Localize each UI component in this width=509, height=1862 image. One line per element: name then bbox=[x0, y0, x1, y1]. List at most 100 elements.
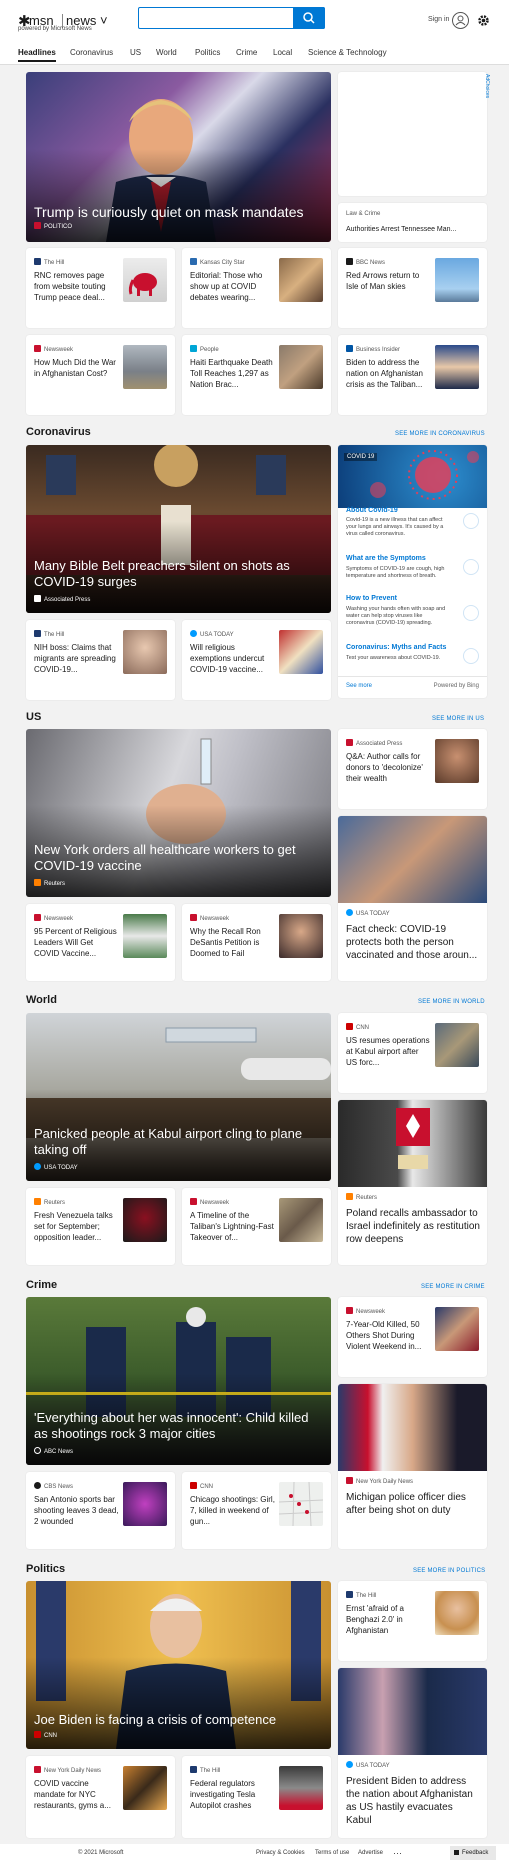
tab-coronavirus[interactable]: Coronavirus bbox=[70, 48, 113, 57]
card-source: Newsweek bbox=[34, 345, 73, 353]
tab-crime[interactable]: Crime bbox=[236, 48, 257, 57]
terms-link[interactable]: Terms of use bbox=[315, 1850, 349, 1856]
coronavirus-hero-card[interactable]: Many Bible Belt preachers silent on shot… bbox=[26, 445, 331, 613]
hero-source: Reuters bbox=[34, 879, 65, 887]
thermometer-icon[interactable] bbox=[463, 559, 479, 575]
powered-by-bing: Powered by Bing bbox=[433, 683, 479, 689]
card-source-name: Newsweek bbox=[44, 916, 74, 922]
gear-icon[interactable] bbox=[477, 14, 490, 27]
handwash-icon[interactable] bbox=[463, 605, 479, 621]
card-source: CBS News bbox=[34, 1482, 73, 1490]
card-source: The Hill bbox=[346, 1591, 376, 1599]
news-card[interactable]: Newsweek How Much Did the War in Afghani… bbox=[26, 335, 175, 415]
news-card[interactable]: New York Daily News COVID vaccine mandat… bbox=[26, 1756, 175, 1838]
hero-source: USA TODAY bbox=[34, 1163, 78, 1171]
section-title-us[interactable]: US bbox=[26, 711, 41, 723]
news-card[interactable]: CNN US resumes operations at Kabul airpo… bbox=[338, 1013, 487, 1093]
avatar[interactable] bbox=[452, 12, 469, 29]
lungs-icon[interactable] bbox=[463, 513, 479, 529]
ad-slot[interactable] bbox=[338, 72, 487, 196]
privacy-link[interactable]: Privacy & Cookies bbox=[256, 1850, 305, 1856]
see-more-coronavirus[interactable]: SEE MORE IN CORONAVIRUS bbox=[395, 431, 485, 437]
see-more-crime[interactable]: SEE MORE IN CRIME bbox=[421, 1284, 485, 1290]
news-card[interactable]: The Hill Ernst 'afraid of a Benghazi 2.0… bbox=[338, 1581, 487, 1661]
card-source: USA TODAY bbox=[346, 1761, 390, 1769]
headline-hero-card[interactable]: Trump is curiously quiet on mask mandate… bbox=[26, 72, 331, 242]
card-source: Reuters bbox=[346, 1193, 377, 1201]
card-source: Associated Press bbox=[346, 739, 402, 747]
more-options-icon[interactable]: ··· bbox=[393, 1848, 402, 1858]
section-title-world[interactable]: World bbox=[26, 994, 57, 1006]
news-card[interactable]: The Hill RNC removes page from website t… bbox=[26, 248, 175, 328]
news-card[interactable]: Kansas City Star Editorial: Those who sh… bbox=[182, 248, 331, 328]
sign-in-link[interactable]: Sign in bbox=[428, 16, 449, 23]
search-input[interactable] bbox=[140, 9, 294, 27]
card-thumbnail bbox=[435, 258, 479, 302]
the-hill-logo-icon bbox=[346, 1591, 353, 1598]
chevron-down-icon[interactable]: ˅ bbox=[100, 13, 108, 28]
news-card[interactable]: BBC News Red Arrows return to Isle of Ma… bbox=[338, 248, 487, 328]
news-card[interactable]: USA TODAY Will religious exemptions unde… bbox=[182, 620, 331, 700]
card-source-name: CNN bbox=[356, 1025, 369, 1031]
card-source-name: Reuters bbox=[356, 1195, 378, 1201]
tab-us[interactable]: US bbox=[130, 48, 141, 57]
news-card[interactable]: Newsweek Why the Recall Ron DeSantis Pet… bbox=[182, 904, 331, 981]
see-more-world[interactable]: SEE MORE IN WORLD bbox=[418, 999, 485, 1005]
covid-topic-about[interactable]: About Covid-19 bbox=[346, 507, 398, 514]
feedback-button[interactable]: Feedback bbox=[450, 1846, 496, 1860]
news-card[interactable]: CNN Chicago shootings: Girl, 7, killed i… bbox=[182, 1472, 331, 1549]
card-title: COVID vaccine mandate for NYC restaurant… bbox=[34, 1779, 111, 1810]
hero-title: Trump is curiously quiet on mask mandate… bbox=[34, 204, 304, 220]
news-card[interactable]: The Hill NIH boss: Claims that migrants … bbox=[26, 620, 175, 700]
newsweek-logo-icon bbox=[190, 914, 197, 921]
news-card[interactable]: Associated Press Q&A: Author calls for d… bbox=[338, 729, 487, 809]
news-card[interactable]: People Haiti Earthquake Death Toll Reach… bbox=[182, 335, 331, 415]
news-card[interactable]: Law & Crime Authorities Arrest Tennessee… bbox=[338, 203, 487, 242]
news-card-large[interactable]: New York Daily News Michigan police offi… bbox=[338, 1384, 487, 1549]
news-card[interactable]: Business Insider Biden to address the na… bbox=[338, 335, 487, 415]
carousel-dots[interactable] bbox=[144, 235, 216, 239]
news-card[interactable]: Newsweek 95 Percent of Religious Leaders… bbox=[26, 904, 175, 981]
tab-science-technology[interactable]: Science & Technology bbox=[308, 48, 387, 57]
covid-topic-symptoms[interactable]: What are the Symptoms bbox=[346, 555, 426, 562]
crime-hero-card[interactable]: 'Everything about her was innocent': Chi… bbox=[26, 1297, 331, 1465]
covid-topic-myths[interactable]: Coronavirus: Myths and Facts bbox=[346, 644, 446, 651]
covid-see-more-link[interactable]: See more bbox=[346, 683, 372, 689]
politics-hero-card[interactable]: Joe Biden is facing a crisis of competen… bbox=[26, 1581, 331, 1749]
news-card[interactable]: Reuters Fresh Venezuela talks set for Se… bbox=[26, 1188, 175, 1265]
news-card-large[interactable]: Reuters Poland recalls ambassador to Isr… bbox=[338, 1100, 487, 1265]
news-card-large[interactable]: USA TODAY Fact check: COVID-19 protects … bbox=[338, 816, 487, 981]
news-card-large[interactable]: USA TODAY President Biden to address the… bbox=[338, 1668, 487, 1838]
advertise-link[interactable]: Advertise bbox=[358, 1850, 383, 1856]
see-more-us[interactable]: SEE MORE IN US bbox=[432, 716, 484, 722]
covid-info-panel: COVID 19 About Covid-19 Covid-19 is a ne… bbox=[338, 445, 487, 698]
section-title-politics[interactable]: Politics bbox=[26, 1563, 65, 1575]
tab-world[interactable]: World bbox=[156, 48, 177, 57]
news-card[interactable]: Newsweek A Timeline of the Taliban's Lig… bbox=[182, 1188, 331, 1265]
card-source-name: The Hill bbox=[356, 1593, 377, 1599]
tab-local[interactable]: Local bbox=[273, 48, 292, 57]
news-card[interactable]: Newsweek 7-Year-Old Killed, 50 Others Sh… bbox=[338, 1297, 487, 1377]
feedback-label: Feedback bbox=[462, 1850, 489, 1856]
usa-today-logo-icon bbox=[346, 1761, 353, 1768]
tab-politics[interactable]: Politics bbox=[195, 48, 220, 57]
news-card[interactable]: CBS News San Antonio sports bar shooting… bbox=[26, 1472, 175, 1549]
card-thumbnail bbox=[279, 345, 323, 389]
world-hero-card[interactable]: Panicked people at Kabul airport cling t… bbox=[26, 1013, 331, 1181]
msn-logo[interactable]: ✱ msn news ˅ bbox=[18, 10, 118, 36]
section-title-coronavirus[interactable]: Coronavirus bbox=[26, 426, 91, 438]
card-source: The Hill bbox=[34, 258, 64, 266]
us-hero-card[interactable]: New York orders all healthcare workers t… bbox=[26, 729, 331, 897]
adchoices-label[interactable]: AdChoices bbox=[484, 74, 490, 114]
tab-headlines[interactable]: Headlines bbox=[18, 48, 56, 57]
card-title: How Much Did the War in Afghanistan Cost… bbox=[34, 358, 116, 378]
card-source: Newsweek bbox=[190, 914, 229, 922]
card-source: New York Daily News bbox=[346, 1477, 413, 1485]
covid-topic-prevent[interactable]: How to Prevent bbox=[346, 595, 397, 602]
section-title-crime[interactable]: Crime bbox=[26, 1279, 57, 1291]
card-thumbnail bbox=[435, 1023, 479, 1067]
quiz-icon[interactable] bbox=[463, 648, 479, 664]
see-more-politics[interactable]: SEE MORE IN POLITICS bbox=[413, 1568, 485, 1574]
search-button[interactable] bbox=[293, 7, 325, 29]
news-card[interactable]: The Hill Federal regulators investigatin… bbox=[182, 1756, 331, 1838]
